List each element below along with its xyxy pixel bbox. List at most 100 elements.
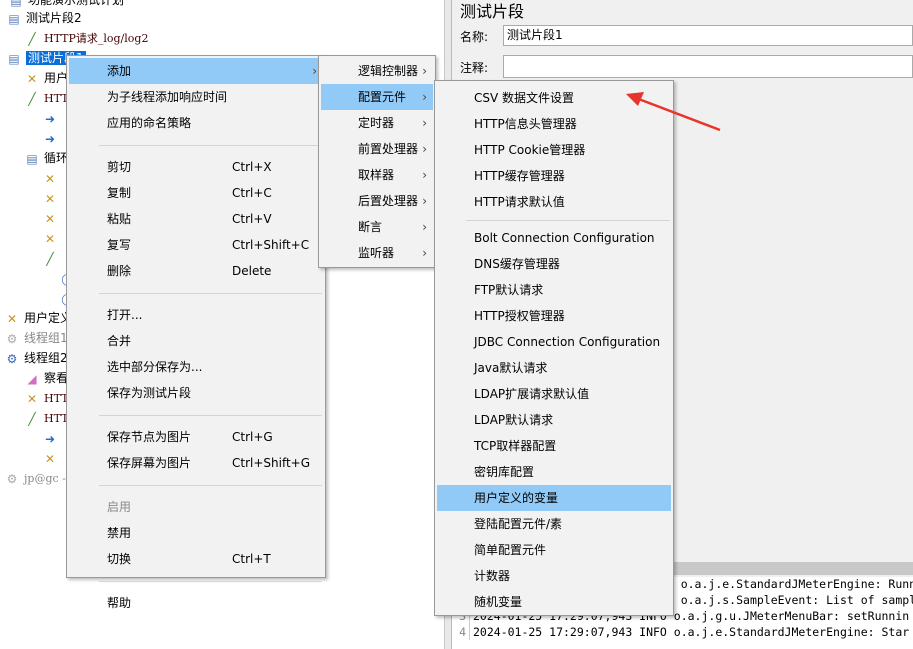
test-fragment-icon: ▤	[8, 51, 20, 66]
menu-item[interactable]: 为子线程添加响应时间	[69, 84, 323, 110]
menu-item[interactable]: 禁用	[69, 520, 323, 546]
menu-item[interactable]: 配置元件 ›	[321, 84, 433, 110]
menu-item-label: Bolt Connection Configuration	[474, 231, 655, 245]
tree-node[interactable]: ⚙ 线程组2	[4, 349, 68, 368]
menu-separator	[99, 293, 322, 294]
comment-field[interactable]	[503, 55, 913, 78]
menu-item[interactable]: 帮助	[69, 590, 323, 616]
menu-item[interactable]: TCP取样器配置	[437, 433, 671, 459]
tree-node[interactable]: ✕	[42, 229, 62, 248]
menu-item[interactable]: 打开...	[69, 302, 323, 328]
menu-item-label: 剪切	[107, 160, 132, 174]
tree-node-label: jp@gc -	[24, 472, 66, 485]
tree-node[interactable]: ✕ 用户	[24, 69, 68, 88]
menu-item[interactable]: 用户定义的变量	[437, 485, 671, 511]
config-tool-icon: ✕	[6, 311, 18, 326]
tree-node[interactable]: ✕	[42, 189, 62, 208]
menu-item-label: 选中部分保存为...	[107, 360, 203, 374]
page-title: 测试片段	[460, 2, 525, 21]
chevron-right-icon: ›	[422, 220, 427, 234]
menu-item-label: LDAP扩展请求默认值	[474, 387, 590, 401]
config-tool-icon: ✕	[44, 171, 56, 186]
menu-item[interactable]: 登陆配置元件/素	[437, 511, 671, 537]
menu-item[interactable]: FTP默认请求	[437, 277, 671, 303]
menu-item[interactable]: LDAP扩展请求默认值	[437, 381, 671, 407]
menu-item[interactable]: 简单配置元件	[437, 537, 671, 563]
menu-item[interactable]: DNS缓存管理器	[437, 251, 671, 277]
menu-item[interactable]: HTTP缓存管理器	[437, 163, 671, 189]
tree-node[interactable]: ➜	[42, 129, 62, 148]
menu-item-label: 计数器	[474, 569, 511, 583]
menu-item[interactable]: 剪切 Ctrl+X	[69, 154, 323, 180]
config-tool-icon: ✕	[44, 231, 56, 246]
menu-item[interactable]: 监听器 ›	[321, 240, 433, 266]
tree-node-label: 察看	[44, 371, 69, 385]
chevron-right-icon: ›	[422, 194, 427, 208]
thread-group-disabled-icon: ⚙	[6, 471, 18, 486]
chevron-right-icon: ›	[422, 90, 427, 104]
chevron-right-icon: ›	[422, 168, 427, 182]
menu-shortcut: Ctrl+Shift+G	[232, 456, 311, 470]
tree-node[interactable]: ◢ 察看	[24, 369, 68, 388]
menu-item[interactable]: 复制 Ctrl+C	[69, 180, 323, 206]
menu-item[interactable]: 前置处理器 ›	[321, 136, 433, 162]
tree-node[interactable]: ⚙ 线程组1	[4, 329, 68, 348]
menu-item-label: 为子线程添加响应时间	[107, 90, 228, 104]
menu-item[interactable]: 合并	[69, 328, 323, 354]
menu-item-label: HTTP缓存管理器	[474, 169, 565, 183]
menu-item[interactable]: 添加 ›	[69, 58, 323, 84]
tree-node[interactable]: ▤ 测试片段2	[6, 9, 81, 28]
tree-node[interactable]: ➜	[42, 429, 62, 448]
menu-item[interactable]: 取样器 ›	[321, 162, 433, 188]
menu-item[interactable]: Bolt Connection Configuration	[437, 225, 671, 251]
tree-node[interactable]: ⚙ jp@gc -	[4, 469, 66, 488]
menu-item[interactable]: 计数器	[437, 563, 671, 589]
menu-item[interactable]: 切换 Ctrl+T	[69, 546, 323, 572]
menu-item[interactable]: 定时器 ›	[321, 110, 433, 136]
menu-item[interactable]: 删除 Delete	[69, 258, 323, 284]
menu-item[interactable]: 逻辑控制器 ›	[321, 58, 433, 84]
menu-item-label: CSV 数据文件设置	[474, 91, 575, 105]
tree-node[interactable]: ╱ HTTP请求_log/log2	[24, 29, 148, 48]
menu-item[interactable]: CSV 数据文件设置	[437, 85, 671, 111]
menu-item[interactable]: 启用	[69, 494, 323, 520]
sampler-icon: ╱	[28, 31, 36, 46]
sampler-icon: ╱	[28, 91, 36, 106]
tree-node-label: 线程组1	[24, 331, 68, 345]
menu-item[interactable]: HTTP信息头管理器	[437, 111, 671, 137]
menu-separator	[99, 581, 322, 582]
menu-item[interactable]: 后置处理器 ›	[321, 188, 433, 214]
menu-item[interactable]: 应用的命名策略	[69, 110, 323, 136]
menu-item[interactable]: 保存屏幕为图片 Ctrl+Shift+G	[69, 450, 323, 476]
tree-node[interactable]: ➜	[42, 109, 62, 128]
menu-item[interactable]: Java默认请求	[437, 355, 671, 381]
menu-item[interactable]: HTTP授权管理器	[437, 303, 671, 329]
tree-node-label: 线程组2	[24, 351, 68, 365]
chevron-right-icon: ›	[312, 64, 317, 78]
menu-item[interactable]: JDBC Connection Configuration	[437, 329, 671, 355]
context-menu: 添加 › 为子线程添加响应时间应用的命名策略 剪切 Ctrl+X 复制 Ctrl+C 粘贴 Ct…	[66, 55, 326, 610]
menu-item[interactable]: HTTP Cookie管理器	[437, 137, 671, 163]
menu-item[interactable]: HTTP请求默认值	[437, 189, 671, 215]
tree-node[interactable]: ╱	[42, 249, 62, 268]
tree-node[interactable]: ▤ 循环	[24, 149, 68, 168]
menu-item[interactable]: LDAP默认请求	[437, 407, 671, 433]
menu-item[interactable]: 粘贴 Ctrl+V	[69, 206, 323, 232]
menu-item[interactable]: 密钥库配置	[437, 459, 671, 485]
tree-node[interactable]: ✕	[42, 169, 62, 188]
menu-item[interactable]: 选中部分保存为...	[69, 354, 323, 380]
menu-item[interactable]: 保存节点为图片 Ctrl+G	[69, 424, 323, 450]
name-field[interactable]: 测试片段1	[503, 25, 913, 46]
tree-node-label: 用户定义	[24, 311, 73, 325]
sampler-icon: ╱	[46, 251, 54, 266]
menu-item[interactable]: 断言 ›	[321, 214, 433, 240]
menu-item[interactable]: 复写 Ctrl+Shift+C	[69, 232, 323, 258]
menu-item[interactable]: 保存为测试片段	[69, 380, 323, 406]
tree-node[interactable]: ✕	[42, 449, 62, 468]
thread-group-icon: ⚙	[6, 351, 18, 366]
menu-item-label: 保存为测试片段	[107, 386, 192, 400]
tree-node[interactable]: ✕ 用户定义	[4, 309, 72, 328]
menu-item[interactable]: 随机变量	[437, 589, 671, 615]
tree-node[interactable]: ✕	[42, 209, 62, 228]
menu-item-label: 前置处理器	[358, 142, 419, 156]
